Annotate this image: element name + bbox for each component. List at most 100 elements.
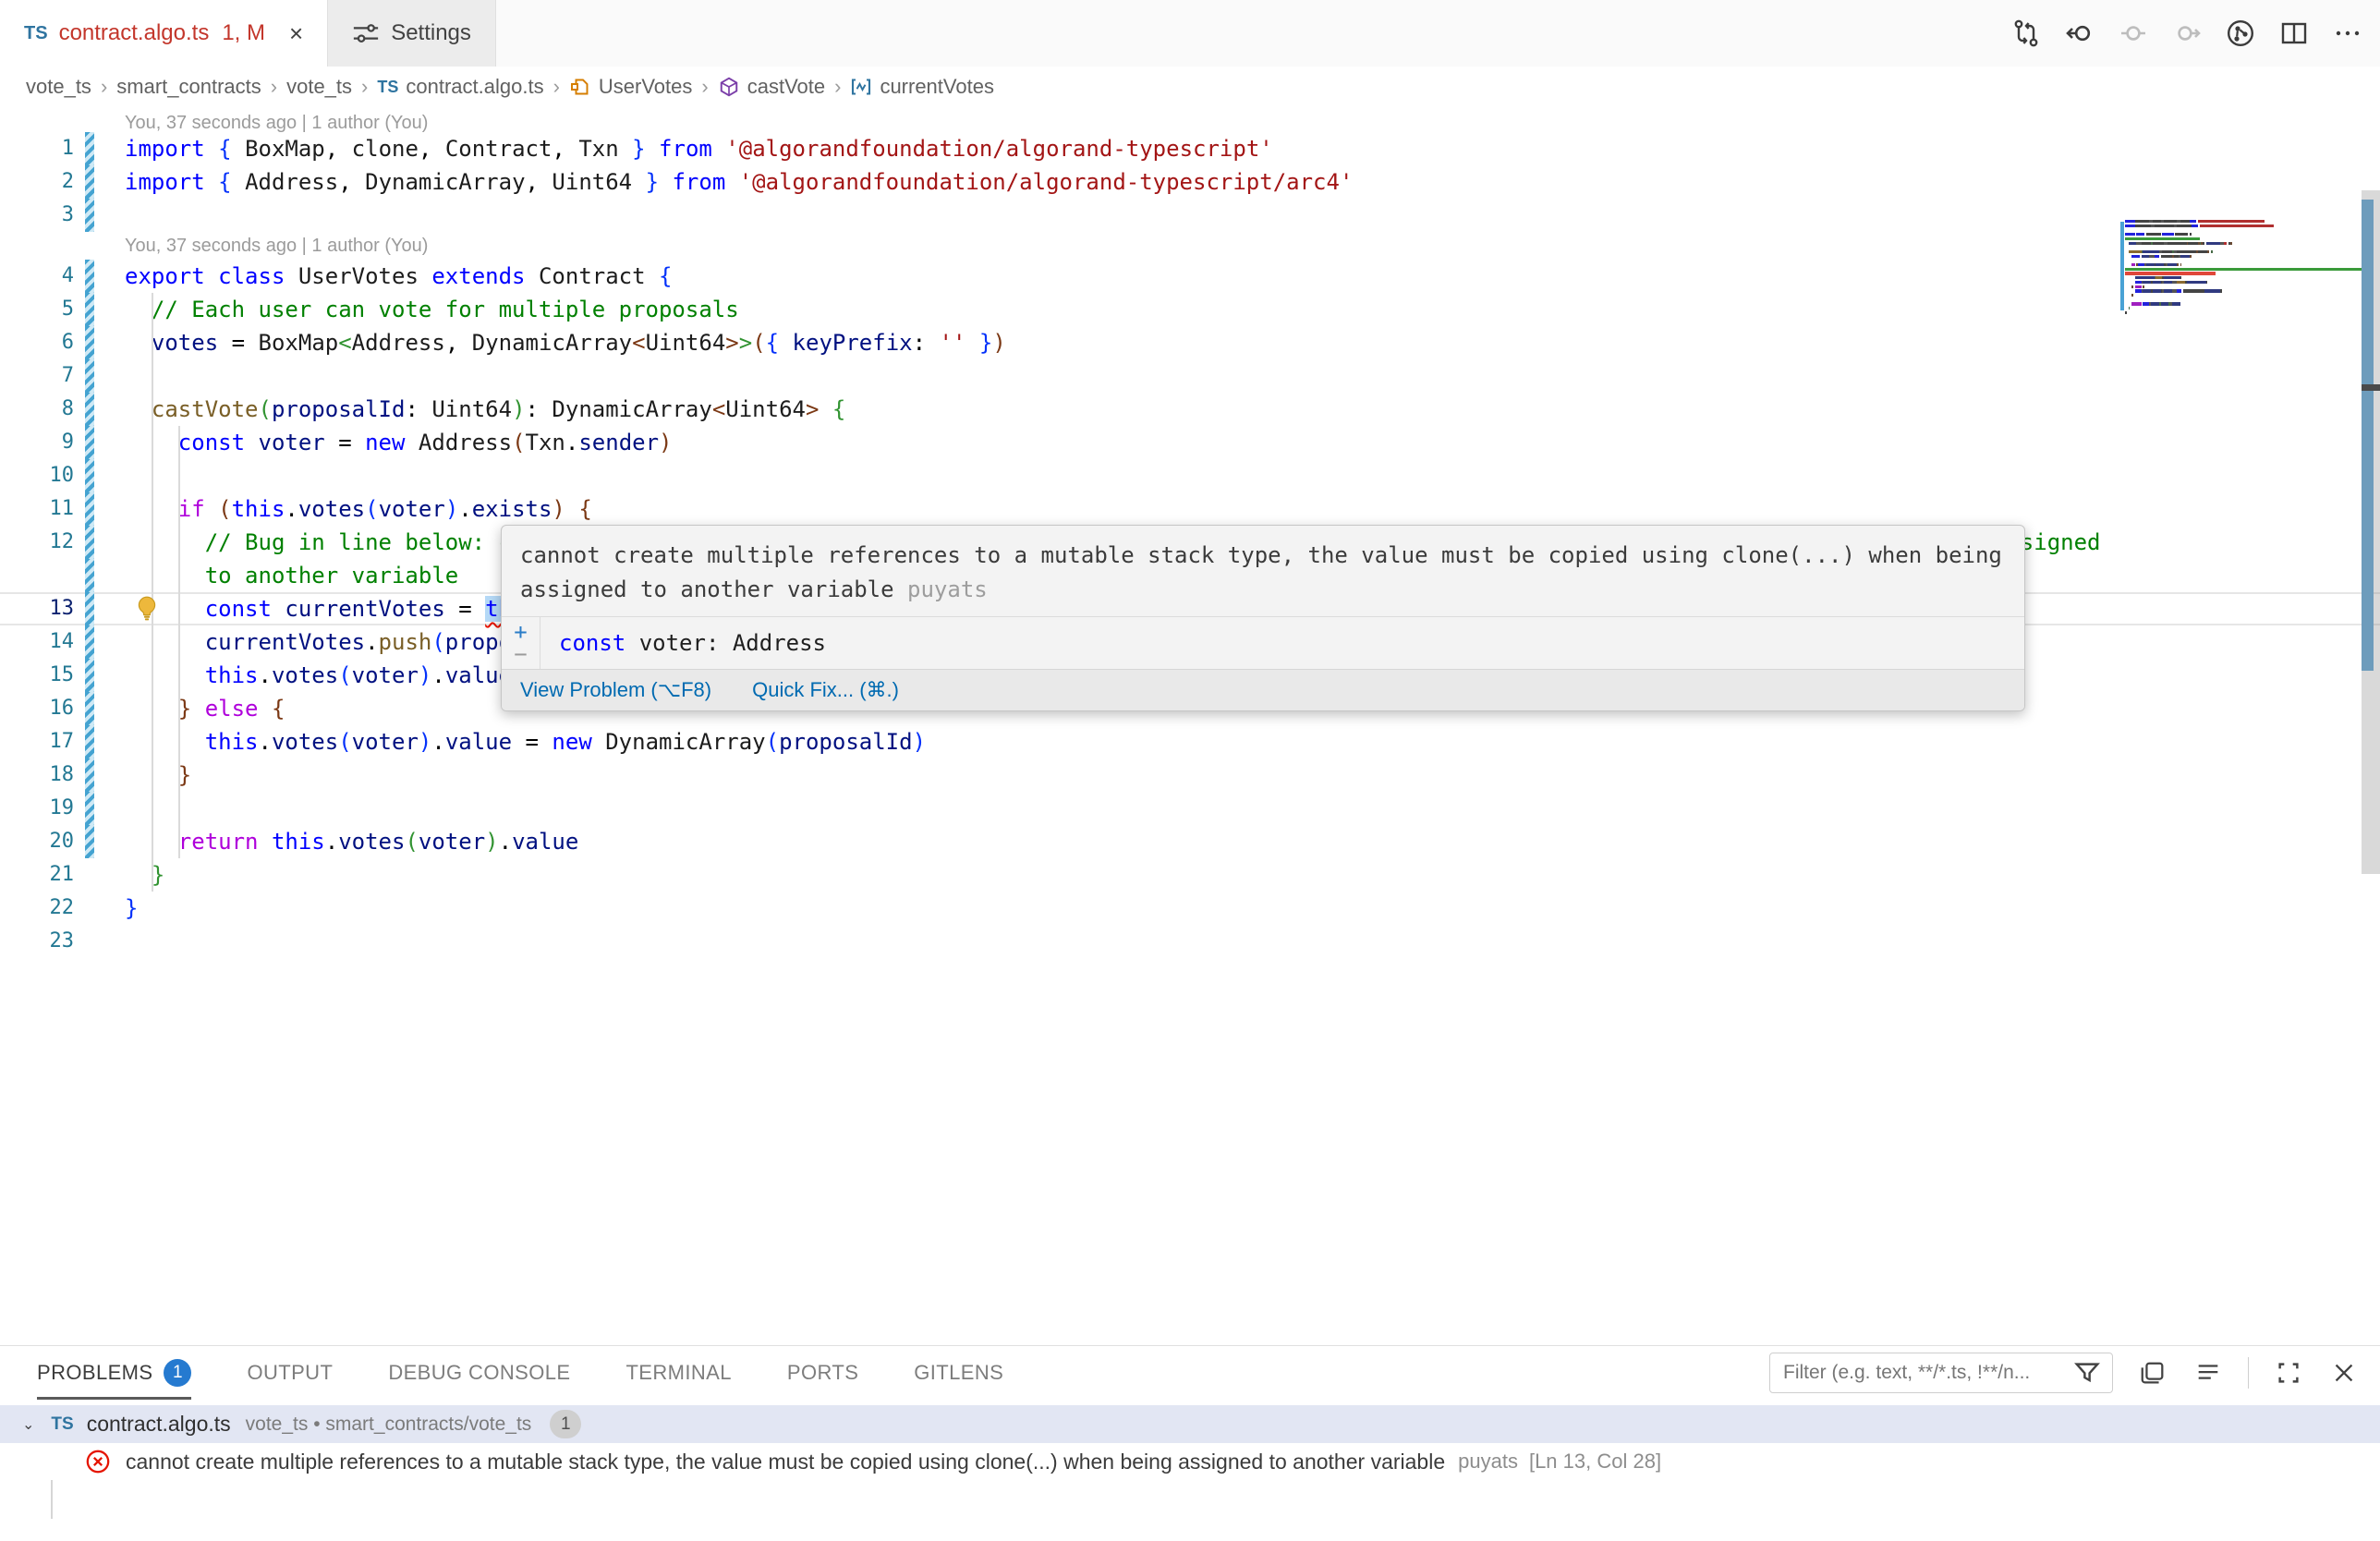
minimap[interactable] bbox=[2125, 220, 2362, 349]
breadcrumb-item-uservotes[interactable]: UserVotes bbox=[569, 75, 693, 99]
minimap-line bbox=[2125, 255, 2192, 258]
chevron-down-icon[interactable]: ⌄ bbox=[22, 1415, 34, 1434]
breadcrumb-separator: › bbox=[701, 75, 708, 99]
panel-tab-ports[interactable]: PORTS bbox=[787, 1346, 858, 1400]
panel-tab-label: DEBUG CONSOLE bbox=[388, 1361, 570, 1385]
code-line-23[interactable]: 23 bbox=[0, 925, 2380, 958]
panel-tab-output[interactable]: OUTPUT bbox=[247, 1346, 333, 1400]
gutter-change-indicator bbox=[85, 592, 94, 625]
code-line-22[interactable]: 22} bbox=[0, 892, 2380, 925]
panel-tab-label: OUTPUT bbox=[247, 1361, 333, 1385]
panel-tab-debug-console[interactable]: DEBUG CONSOLE bbox=[388, 1346, 570, 1400]
tab-contract-algo-ts[interactable]: TScontract.algo.ts1, M× bbox=[0, 0, 327, 67]
method-symbol-icon bbox=[718, 76, 740, 98]
code-line-5[interactable]: 5 // Each user can vote for multiple pro… bbox=[0, 293, 2380, 326]
gutter-change-indicator bbox=[85, 426, 94, 459]
line-number: 1 bbox=[0, 132, 74, 165]
gutter-change-indicator bbox=[85, 659, 94, 692]
commit-graph-icon[interactable] bbox=[2225, 18, 2256, 49]
code-line-7[interactable]: 7 bbox=[0, 359, 2380, 393]
breadcrumb-item-vote-ts[interactable]: vote_ts bbox=[26, 75, 91, 99]
minimap-line bbox=[2125, 285, 2144, 288]
breadcrumb-item-castvote[interactable]: castVote bbox=[718, 75, 825, 99]
quick-fix-link[interactable]: Quick Fix... (⌘.) bbox=[752, 678, 899, 702]
minimap-line bbox=[2125, 220, 2265, 223]
collapse-all-icon[interactable] bbox=[2192, 1357, 2224, 1389]
line-number: 20 bbox=[0, 825, 74, 858]
view-problem-link[interactable]: View Problem (⌥F8) bbox=[520, 678, 711, 702]
code-line-8[interactable]: 8 castVote(proposalId: Uint64): DynamicA… bbox=[0, 393, 2380, 426]
split-editor-icon[interactable] bbox=[2278, 18, 2310, 49]
panel-tab-terminal[interactable]: TERMINAL bbox=[625, 1346, 731, 1400]
line-number: 12 bbox=[0, 526, 74, 559]
code-line-6[interactable]: 6 votes = BoxMap<Address, DynamicArray<U… bbox=[0, 326, 2380, 359]
settings-sliders-icon bbox=[352, 19, 380, 47]
breadcrumb-separator: › bbox=[271, 75, 277, 99]
gutter-change-indicator bbox=[85, 825, 94, 858]
class-symbol-icon bbox=[569, 76, 591, 98]
problems-file-group-row[interactable]: ⌄ TS contract.algo.ts vote_ts • smart_co… bbox=[0, 1405, 2380, 1443]
gutter-change-indicator bbox=[85, 526, 94, 559]
code-line-1[interactable]: 1import { BoxMap, clone, Contract, Txn }… bbox=[0, 132, 2380, 165]
minimap-line bbox=[2125, 224, 2274, 227]
variable-symbol-icon bbox=[850, 76, 872, 98]
code-line-4[interactable]: 4export class UserVotes extends Contract… bbox=[0, 260, 2380, 293]
code-line-17[interactable]: 17 this.votes(voter).value = new Dynamic… bbox=[0, 725, 2380, 758]
gutter-change-indicator bbox=[85, 165, 94, 199]
maximize-panel-icon[interactable] bbox=[2273, 1357, 2304, 1389]
problems-file-path: vote_ts • smart_contracts/vote_ts bbox=[246, 1414, 532, 1436]
editor-tab-bar: TScontract.algo.ts1, M×Settings bbox=[0, 0, 2380, 67]
previous-change-icon[interactable] bbox=[2118, 18, 2149, 49]
breadcrumb-item-currentvotes[interactable]: currentVotes bbox=[850, 75, 994, 99]
minimap-line bbox=[2125, 268, 2362, 271]
code-line-20[interactable]: 20 return this.votes(voter).value bbox=[0, 825, 2380, 858]
code-line-10[interactable]: 10 bbox=[0, 459, 2380, 492]
panel-actions-divider bbox=[2248, 1357, 2249, 1389]
line-number: 16 bbox=[0, 692, 74, 725]
line-number: 15 bbox=[0, 659, 74, 692]
next-change-icon[interactable] bbox=[2171, 18, 2203, 49]
gitlens-blame-annotation: You, 37 seconds ago | 1 author (You) bbox=[0, 232, 2380, 260]
minimap-line bbox=[2125, 272, 2216, 274]
breadcrumb-item-contract-algo-ts[interactable]: TScontract.algo.ts bbox=[377, 75, 543, 99]
code-line-2[interactable]: 2import { Address, DynamicArray, Uint64 … bbox=[0, 165, 2380, 199]
view-as-table-icon[interactable] bbox=[2137, 1357, 2168, 1389]
minimap-line bbox=[2125, 237, 2200, 240]
panel-tab-label: PORTS bbox=[787, 1361, 858, 1385]
breadcrumb-item-smart-contracts[interactable]: smart_contracts bbox=[116, 75, 261, 99]
panel-tab-label: PROBLEMS bbox=[37, 1361, 152, 1385]
line-number: 21 bbox=[0, 858, 74, 892]
close-panel-icon[interactable] bbox=[2328, 1357, 2360, 1389]
gutter-change-indicator bbox=[85, 625, 94, 659]
line-number: 6 bbox=[0, 326, 74, 359]
more-actions-icon[interactable] bbox=[2332, 18, 2363, 49]
code-line-19[interactable]: 19 bbox=[0, 792, 2380, 825]
decrease-verbosity-button[interactable]: − bbox=[514, 641, 527, 667]
problem-row[interactable]: cannot create multiple references to a m… bbox=[0, 1443, 2380, 1480]
hover-error-source: puyats bbox=[907, 576, 988, 602]
minimap-line bbox=[2125, 294, 2133, 297]
code-line-3[interactable]: 3 bbox=[0, 199, 2380, 232]
code-line-11[interactable]: 11 if (this.votes(voter).exists) { bbox=[0, 492, 2380, 526]
minimap-line bbox=[2125, 281, 2207, 284]
panel-tab-problems[interactable]: PROBLEMS 1 bbox=[37, 1346, 191, 1400]
tab-settings[interactable]: Settings bbox=[327, 0, 496, 67]
code-line-18[interactable]: 18 } bbox=[0, 758, 2380, 792]
breadcrumb-label: contract.algo.ts bbox=[406, 75, 543, 99]
line-number: 17 bbox=[0, 725, 74, 758]
breadcrumb-item-vote-ts[interactable]: vote_ts bbox=[286, 75, 352, 99]
problems-badge: 1 bbox=[164, 1359, 191, 1387]
navigate-back-icon[interactable] bbox=[2064, 18, 2095, 49]
close-tab-icon[interactable]: × bbox=[289, 21, 303, 45]
line-number: 8 bbox=[0, 393, 74, 426]
code-line-21[interactable]: 21 } bbox=[0, 858, 2380, 892]
open-changes-icon[interactable] bbox=[2010, 18, 2042, 49]
gutter-change-indicator bbox=[85, 758, 94, 792]
lightbulb-icon[interactable] bbox=[133, 595, 161, 623]
line-number: 11 bbox=[0, 492, 74, 526]
problems-filter-input[interactable] bbox=[1783, 1362, 2071, 1384]
code-editor[interactable]: You, 37 seconds ago | 1 author (You) 1imp… bbox=[0, 107, 2380, 1345]
code-line-9[interactable]: 9 const voter = new Address(Txn.sender) bbox=[0, 426, 2380, 459]
panel-tab-gitlens[interactable]: GITLENS bbox=[914, 1346, 1003, 1400]
breadcrumb-label: vote_ts bbox=[26, 75, 91, 99]
